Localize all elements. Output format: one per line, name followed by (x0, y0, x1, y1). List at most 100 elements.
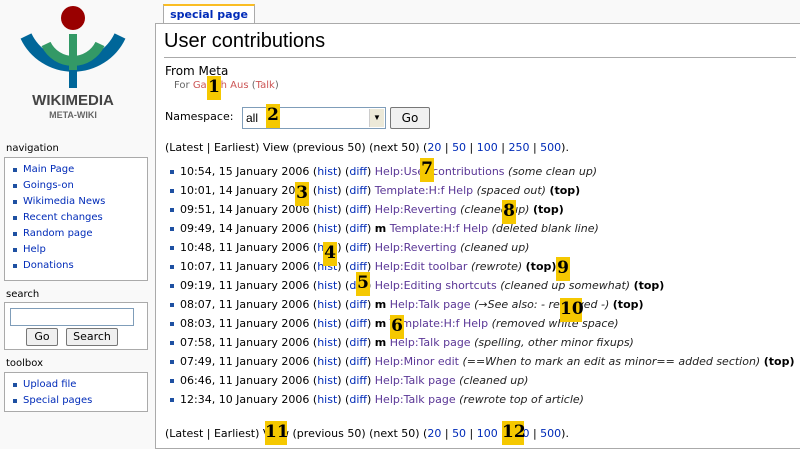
contribution-time: 10:01, 14 January 2006 (180, 184, 310, 197)
annotation-marker: 6 (390, 315, 404, 339)
limit-link[interactable]: 250 (508, 141, 529, 154)
page-link[interactable]: Help:Talk page (390, 298, 471, 311)
user-talk-link[interactable]: Talk (256, 80, 275, 91)
page-link[interactable]: Help:Talk page (375, 374, 456, 387)
contribution-time: 10:07, 11 January 2006 (180, 260, 310, 273)
logo-subtext: META-WIKI (49, 110, 97, 120)
nav-random-page[interactable]: Random page (13, 226, 147, 242)
nav-wikimedia-news[interactable]: Wikimedia News (13, 194, 147, 210)
contribution-row: 09:51, 14 January 2006 (hist) (diff) Hel… (170, 200, 794, 219)
limit-link[interactable]: 100 (477, 427, 498, 440)
contribution-row: 07:49, 11 January 2006 (hist) (diff) Hel… (170, 352, 794, 371)
page-link[interactable]: Template:H:f Help (390, 222, 488, 235)
contribution-row: 06:46, 11 January 2006 (hist) (diff) Hel… (170, 371, 794, 390)
page-link[interactable]: Template:H:f Help (375, 184, 473, 197)
hist-link[interactable]: hist (317, 279, 337, 292)
diff-link[interactable]: diff (349, 298, 367, 311)
wikimedia-logo[interactable]: WIKIMEDIA META-WIKI (8, 4, 138, 129)
annotation-marker: 5 (356, 272, 370, 296)
hist-link[interactable]: hist (317, 165, 337, 178)
edit-summary: (spelling, other minor fixups) (474, 336, 634, 349)
nav-main-page[interactable]: Main Page (13, 162, 147, 178)
title-divider (164, 57, 796, 58)
annotation-marker: 4 (323, 242, 337, 266)
hist-link[interactable]: hist (317, 317, 337, 330)
namespace-go-button[interactable]: Go (390, 107, 430, 129)
nav-recent-changes[interactable]: Recent changes (13, 210, 147, 226)
tool-upload-file[interactable]: Upload file (13, 377, 147, 393)
annotation-marker: 1 (207, 76, 221, 100)
page-link[interactable]: Help:Talk page (375, 393, 456, 406)
contribution-row: 08:07, 11 January 2006 (hist) (diff) m H… (170, 295, 794, 314)
contribution-row: 12:34, 10 January 2006 (hist) (diff) Hel… (170, 390, 794, 409)
limit-link[interactable]: 500 (540, 141, 561, 154)
diff-link[interactable]: diff (349, 374, 367, 387)
navigation-title: navigation (6, 143, 59, 154)
contribution-time: 12:34, 10 January 2006 (180, 393, 310, 406)
contribution-row: 10:48, 11 January 2006 (hist) (diff) Hel… (170, 238, 794, 257)
annotation-marker: 8 (502, 200, 516, 224)
tool-special-pages[interactable]: Special pages (13, 393, 147, 409)
hist-link[interactable]: hist (317, 203, 337, 216)
namespace-select[interactable]: all ▼ (242, 107, 386, 129)
diff-link[interactable]: diff (349, 165, 367, 178)
edit-summary: (some clean up) (508, 165, 598, 178)
page-link[interactable]: Help:Minor edit (375, 355, 459, 368)
page-link[interactable]: Help:User contributions (375, 165, 505, 178)
diff-link[interactable]: diff (349, 336, 367, 349)
chevron-down-icon[interactable]: ▼ (369, 109, 384, 127)
page-link[interactable]: Help:Editing shortcuts (375, 279, 497, 292)
logo-text: WIKIMEDIA (32, 92, 114, 109)
nav-help[interactable]: Help (13, 242, 147, 258)
diff-link[interactable]: diff (349, 203, 367, 216)
diff-link[interactable]: diff (349, 241, 367, 254)
search-input[interactable] (10, 308, 134, 326)
edit-summary: (→See also: - removed -) (474, 298, 610, 311)
minor-flag: m (374, 298, 387, 311)
hist-link[interactable]: hist (317, 374, 337, 387)
contributor-line: For Gareth Aus (Talk) (174, 80, 279, 91)
contribution-row: 10:01, 14 January 2006 (hist) (diff) Tem… (170, 181, 794, 200)
limit-link[interactable]: 20 (427, 141, 441, 154)
limit-link[interactable]: 20 (427, 427, 441, 440)
minor-flag: m (374, 336, 387, 349)
tab-special-page[interactable]: special page (163, 4, 255, 24)
hist-link[interactable]: hist (317, 298, 337, 311)
nav-goings-on[interactable]: Goings-on (13, 178, 147, 194)
page-link[interactable]: Help:Reverting (375, 241, 457, 254)
hist-link[interactable]: hist (317, 393, 337, 406)
diff-link[interactable]: diff (349, 184, 367, 197)
diff-link[interactable]: diff (349, 222, 367, 235)
annotation-marker: 3 (295, 182, 309, 206)
page-link[interactable]: Template:H:f Help (390, 317, 488, 330)
contribution-row: 10:07, 11 January 2006 (hist) (diff) Hel… (170, 257, 794, 276)
limit-link[interactable]: 50 (452, 427, 466, 440)
edit-summary: (cleaned up) (460, 241, 530, 254)
toolbox-title: toolbox (6, 358, 44, 369)
edit-summary: (rewrote top of article) (459, 393, 584, 406)
limit-link[interactable]: 50 (452, 141, 466, 154)
hist-link[interactable]: hist (317, 222, 337, 235)
toolbox-portlet: Upload file Special pages (4, 372, 148, 412)
nav-donations[interactable]: Donations (13, 258, 147, 274)
contribution-row: 10:54, 15 January 2006 (hist) (diff) Hel… (170, 162, 794, 181)
limit-link[interactable]: 500 (540, 427, 561, 440)
diff-link[interactable]: diff (349, 355, 367, 368)
edit-summary: (==When to mark an edit as minor== added… (462, 355, 761, 368)
diff-link[interactable]: diff (349, 393, 367, 406)
hist-link[interactable]: hist (317, 184, 337, 197)
limit-link[interactable]: 100 (477, 141, 498, 154)
search-button[interactable]: Search (66, 328, 118, 346)
edit-summary: (removed white space) (491, 317, 619, 330)
top-flag: (top) (532, 203, 564, 216)
top-flag: (top) (525, 260, 557, 273)
hist-link[interactable]: hist (317, 336, 337, 349)
page-link[interactable]: Help:Reverting (375, 203, 457, 216)
sidebar: WIKIMEDIA META-WIKI navigation Main Page… (0, 0, 152, 449)
page-link[interactable]: Help:Edit toolbar (375, 260, 468, 273)
hist-link[interactable]: hist (317, 355, 337, 368)
content-area: User contributions From Meta For Gareth … (155, 23, 800, 449)
namespace-selected-value: all (246, 111, 259, 125)
search-go-button[interactable]: Go (26, 328, 58, 346)
diff-link[interactable]: diff (349, 317, 367, 330)
